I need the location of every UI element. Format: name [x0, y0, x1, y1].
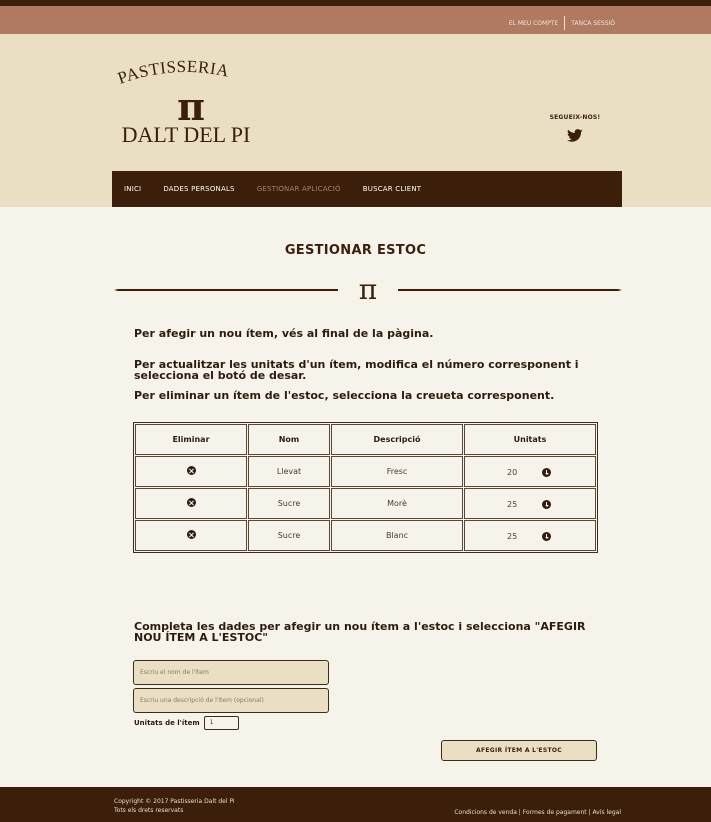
item-description-input[interactable]: [133, 688, 329, 713]
header-delete: Eliminar: [135, 424, 247, 455]
delete-x-icon[interactable]: [186, 530, 196, 539]
footer-copyright-block: Copyright © 2017 Pastisseria Dalt del Pi…: [114, 797, 235, 815]
top-bar: EL MEU COMPTE TANCA SESSIÓ: [0, 6, 711, 34]
units-cell: 25: [464, 520, 596, 551]
add-item-button[interactable]: AFEGIR ÍTEM A L'ESTOC: [441, 740, 597, 761]
name-cell: Llevat: [248, 456, 330, 487]
svg-text:PASTISSERIA: PASTISSERIA: [116, 57, 231, 88]
account-links: EL MEU COMPTE TANCA SESSIÓ: [509, 16, 615, 30]
footer-links[interactable]: Condicions de venda | Formes de pagament…: [454, 809, 621, 816]
units-value[interactable]: 20: [507, 468, 517, 477]
delete-cell: [135, 456, 247, 487]
my-account-link[interactable]: EL MEU COMPTE: [509, 20, 558, 27]
save-download-icon[interactable]: [542, 532, 551, 541]
nav-item-manage-app[interactable]: GESTIONAR APLICACIÓ: [257, 185, 341, 193]
name-cell: Sucre: [248, 520, 330, 551]
delete-x-icon[interactable]: [186, 498, 196, 507]
stock-table: Eliminar Nom Descripció Unitats Llevat F…: [133, 422, 598, 553]
nav-item-home[interactable]: INICI: [124, 185, 141, 193]
logo-line1: PASTISSERIA: [115, 57, 231, 88]
header-units: Unitats: [464, 424, 596, 455]
instruction-add: Per afegir un nou ítem, vés al final de …: [134, 327, 434, 340]
site-logo[interactable]: PASTISSERIA π DALT DEL PI: [115, 54, 266, 154]
nav-item-personal-data[interactable]: DADES PERSONALS: [163, 185, 234, 193]
link-separator: [564, 16, 566, 30]
add-item-form-title: Completa les dades per afegir un nou íte…: [134, 620, 586, 644]
instruction-update: Per actualitzar les unitats d'un ítem, m…: [134, 358, 579, 382]
page-title: GESTIONAR ESTOC: [284, 243, 427, 258]
description-cell: Morè: [331, 488, 463, 519]
follow-us-label: SEGUEIX-NOS!: [549, 114, 601, 121]
main-nav: INICI DADES PERSONALS GESTIONAR APLICACI…: [112, 171, 622, 207]
nav-item-search-client[interactable]: BUSCAR CLIENT: [363, 185, 422, 193]
units-value[interactable]: 25: [507, 500, 517, 509]
rights-text: Tots els drets reservats: [114, 807, 184, 814]
copyright-text: Copyright © 2017 Pastisseria Dalt del Pi: [114, 798, 235, 805]
item-name-input[interactable]: [133, 660, 329, 685]
save-download-icon[interactable]: [542, 500, 551, 509]
delete-x-icon[interactable]: [186, 466, 196, 475]
social-block: SEGUEIX-NOS!: [540, 114, 610, 146]
table-header-row: Eliminar Nom Descripció Unitats: [135, 424, 596, 455]
instruction-delete: Per eliminar un ítem de l'estoc, selecci…: [134, 389, 555, 402]
table-row: Sucre Blanc 25: [135, 520, 596, 551]
description-cell: Fresc: [331, 456, 463, 487]
header-name: Nom: [248, 424, 330, 455]
units-value[interactable]: 25: [507, 532, 517, 541]
units-cell: 20: [464, 456, 596, 487]
units-label: Unitats de l'ítem: [134, 719, 200, 727]
table-row: Sucre Morè 25: [135, 488, 596, 519]
name-cell: Sucre: [248, 488, 330, 519]
units-cell: 25: [464, 488, 596, 519]
units-input[interactable]: 1: [203, 716, 239, 730]
description-cell: Blanc: [331, 520, 463, 551]
pi-divider: π: [114, 275, 622, 305]
site-footer: Copyright © 2017 Pastisseria Dalt del Pi…: [0, 787, 711, 822]
twitter-icon[interactable]: [567, 127, 583, 146]
logout-link[interactable]: TANCA SESSIÓ: [571, 20, 615, 27]
logo-line2: DALT DEL PI: [122, 122, 251, 147]
logo-graphic: PASTISSERIA π DALT DEL PI: [115, 57, 251, 147]
divider-pi-symbol: π: [359, 275, 377, 305]
save-download-icon[interactable]: [542, 468, 551, 477]
delete-cell: [135, 488, 247, 519]
header-description: Descripció: [331, 424, 463, 455]
units-row: Unitats de l'ítem 1: [134, 716, 239, 730]
table-row: Llevat Fresc 20: [135, 456, 596, 487]
delete-cell: [135, 520, 247, 551]
